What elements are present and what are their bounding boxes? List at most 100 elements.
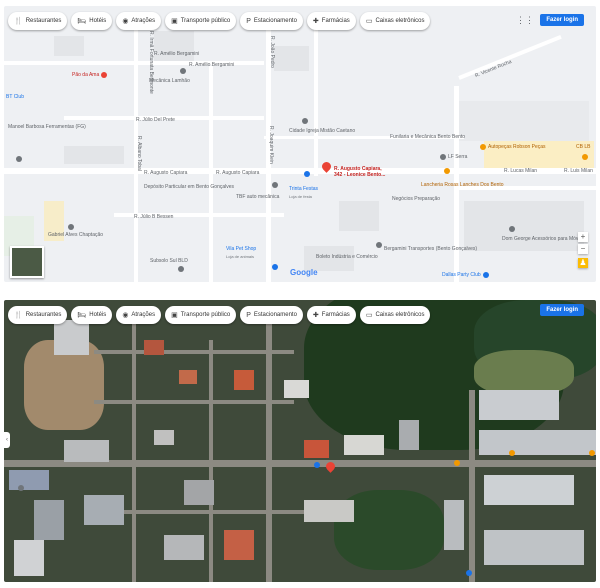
poi-bt-club[interactable]: BT Club <box>6 94 24 100</box>
poi-marker[interactable] <box>466 570 472 576</box>
poi-negocio[interactable]: Negócios Preparação <box>392 196 440 202</box>
chip-label: Hotéis <box>89 18 107 24</box>
chip-label: Hotéis <box>89 312 107 318</box>
poi-marker[interactable] <box>18 485 24 491</box>
poi-autopecas[interactable]: Autopeças Robson Peças <box>480 144 546 150</box>
poi-subsolo[interactable]: Subsolo Sul BLD <box>150 258 188 264</box>
building <box>154 430 174 445</box>
poi-bergamini[interactable]: Bergamini Transportes (Bento Gonçalves) <box>384 246 477 252</box>
street-label: R. Amélio Bergamini <box>154 51 200 57</box>
satellite-layer-toggle[interactable] <box>10 246 44 278</box>
zoom-out-button[interactable]: − <box>578 244 588 254</box>
restaurant-icon <box>101 72 108 78</box>
poi-lancheria[interactable]: Lancheria Rosas Lanches Dos Bento <box>421 182 504 188</box>
chip-restaurantes[interactable]: 🍴 Restaurantes <box>8 306 68 324</box>
chip-restaurantes[interactable]: 🍴 Restaurantes <box>8 12 68 30</box>
satellite-view[interactable]: ‹ 🍴 Restaurantes 🛏 Hotéis ◉ Atrações ▣ Trans… <box>4 300 596 582</box>
poi-marker[interactable] <box>272 182 278 188</box>
poi-marker[interactable] <box>16 156 22 162</box>
zoom-in-button[interactable]: + <box>578 232 588 242</box>
poi-dallas[interactable]: Dallas Party Club <box>442 272 489 278</box>
store-icon <box>440 154 446 160</box>
poi-marker[interactable] <box>302 118 308 124</box>
chip-atracoes[interactable]: ◉ Atrações <box>116 306 162 324</box>
chip-hoteis[interactable]: 🛏 Hotéis <box>71 306 113 324</box>
poi-marker[interactable] <box>304 171 310 177</box>
street-label: R. Augusto Capiara <box>144 170 188 176</box>
poi-marker[interactable] <box>272 264 278 270</box>
poi-label: Pão da Ama <box>72 72 100 78</box>
road <box>94 350 294 354</box>
poi-label: CB LB <box>576 144 591 150</box>
camera-icon: ◉ <box>122 17 129 25</box>
truck-icon <box>376 242 382 248</box>
bed-icon: 🛏 <box>77 17 87 25</box>
building <box>9 470 49 490</box>
building <box>34 500 64 540</box>
poi-marker[interactable] <box>314 462 320 468</box>
chip-caixas[interactable]: ▭ Caixas eletrônicos <box>359 12 431 30</box>
poi-marker[interactable] <box>582 154 588 160</box>
poi-cb-lb[interactable]: CB LB <box>576 144 590 150</box>
poi-gabriel[interactable]: Gabriel Alves Chaptação <box>48 232 103 238</box>
shop-icon <box>582 154 588 160</box>
road <box>266 320 272 582</box>
poi-label: Subsolo Sul BLD <box>150 258 188 264</box>
poi-label: Cidade Igreja Mistão Caetano <box>289 128 356 134</box>
poi-almoxar[interactable]: Manoel Barbosa Ferramentas (FG) <box>8 124 86 130</box>
poi-label: Dom George Acessórios para Móveis <box>502 236 585 242</box>
poi-mecanica[interactable]: Mecânica Lamhão <box>149 78 190 84</box>
pet-icon <box>272 264 278 270</box>
poi-funilaria[interactable]: Funilaria e Mecânica Bento Bento <box>390 134 465 140</box>
poi-label: Dallas Party Club <box>442 272 481 278</box>
atm-icon: ▭ <box>365 17 373 25</box>
poi-tbf[interactable]: TBF auto mecânica <box>236 194 279 200</box>
login-button[interactable]: Fazer login <box>540 14 584 26</box>
road <box>132 320 136 582</box>
chip-transporte[interactable]: ▣ Transporte público <box>165 306 237 324</box>
poi-marker[interactable] <box>589 450 595 456</box>
poi-marker[interactable] <box>454 460 460 466</box>
poi-marker[interactable] <box>376 242 382 248</box>
chip-hoteis[interactable]: 🛏 Hotéis <box>71 12 113 30</box>
poi-marker[interactable] <box>68 224 74 230</box>
chip-transporte[interactable]: ▣ Transporte público <box>165 12 237 30</box>
poi-boleto[interactable]: Boleto Indústria e Comércio <box>316 254 378 260</box>
street-view-pegman-icon[interactable]: ♟ <box>578 258 588 268</box>
building <box>304 500 354 522</box>
poi-lf-serra[interactable]: LF Serra <box>440 154 467 160</box>
chip-label: Transporte público <box>180 18 231 24</box>
poi-dom-george[interactable]: Dom George Acessórios para Móveis <box>502 236 585 242</box>
poi-marker[interactable] <box>509 450 515 456</box>
chip-caixas[interactable]: ▭ Caixas eletrônicos <box>359 306 431 324</box>
poi-marker[interactable] <box>509 226 515 232</box>
poi-label: Bergamini Transportes (Bento Gonçalves) <box>384 246 478 252</box>
poi-destination[interactable]: R. Augusto Capiara, 342 - Leonice Bento.… <box>334 166 389 178</box>
street-label: R. Júlio B Bessen <box>134 214 174 220</box>
poi-igreja[interactable]: Cidade Igreja Mistão Caetano <box>289 128 355 134</box>
apps-grid-icon[interactable]: ⋮⋮ <box>516 15 534 26</box>
street-label: R. Irmã Fortunata Bellmonte <box>148 31 154 94</box>
building <box>444 500 464 550</box>
collapse-panel-handle[interactable]: ‹ <box>4 432 10 448</box>
chip-farmacias[interactable]: ✚ Farmácias <box>306 306 356 324</box>
chip-farmacias[interactable]: ✚ Farmácias <box>306 12 356 30</box>
poi-pao-da-ama[interactable]: Pão da Ama <box>72 72 108 78</box>
login-button[interactable]: Fazer login <box>540 304 584 316</box>
poi-marker[interactable] <box>178 266 184 272</box>
poi-vila-pet[interactable]: Vila Pet Shop Loja de animais <box>226 246 256 259</box>
chip-estacionamento[interactable]: P Estacionamento <box>240 306 303 324</box>
map-view[interactable]: R. Amélio Bergamini R. Amélio Bergamini … <box>4 6 596 282</box>
poi-label: Trinta Festas <box>289 186 318 192</box>
poi-marker[interactable] <box>444 168 450 174</box>
poi-deposito[interactable]: Depósito Particular em Bento Gonçalves <box>144 184 234 190</box>
map-block <box>339 201 379 231</box>
place-icon <box>178 266 184 272</box>
chip-atracoes[interactable]: ◉ Atrações <box>116 12 162 30</box>
wrench-icon <box>272 182 278 188</box>
chip-estacionamento[interactable]: P Estacionamento <box>240 12 303 30</box>
poi-trinta-festas[interactable]: Trinta Festas Loja de festa <box>289 186 318 199</box>
poi-marker[interactable] <box>180 68 186 74</box>
street-label: R. Amélio Bergamini <box>189 62 235 68</box>
pharmacy-icon: ✚ <box>312 17 319 25</box>
